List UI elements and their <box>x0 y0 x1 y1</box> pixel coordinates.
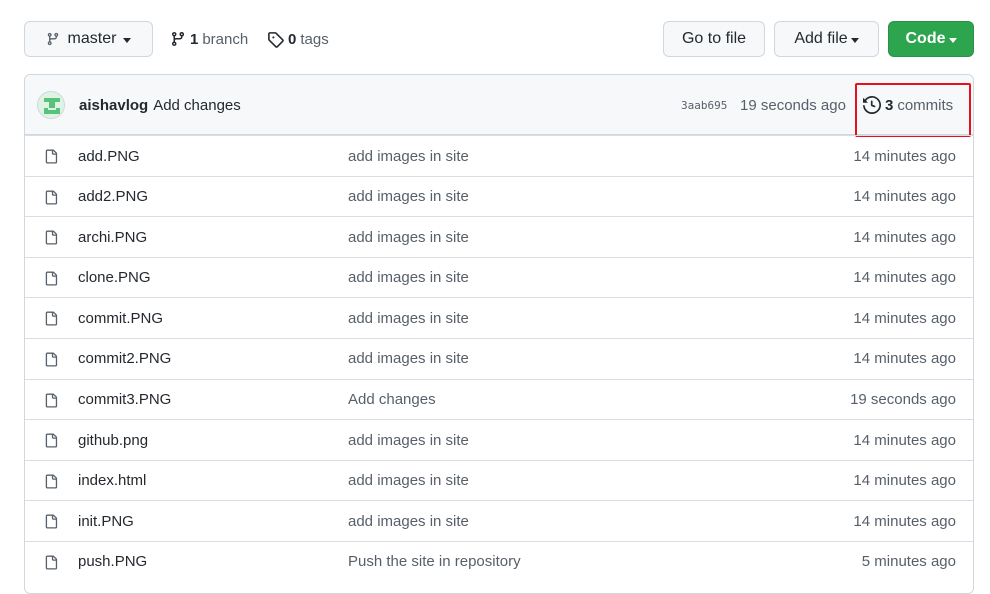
git-branch-icon <box>171 32 184 47</box>
file-icon <box>45 514 58 529</box>
file-name-link[interactable]: add.PNG <box>78 136 140 176</box>
file-row[interactable]: init.PNG add images in site 14 minutes a… <box>25 500 973 541</box>
file-commit-message-link[interactable]: add images in site <box>348 177 469 217</box>
file-row[interactable]: commit2.PNG add images in site 14 minute… <box>25 337 973 379</box>
code-label: Code <box>905 30 946 47</box>
file-row[interactable]: push.PNG Push the site in repository 5 m… <box>25 540 973 582</box>
avatar[interactable] <box>37 91 65 119</box>
branch-select-label: master <box>67 30 117 47</box>
file-name-link[interactable]: github.png <box>78 420 148 460</box>
file-browser: aishavlog Add changes 3aab695 19 seconds… <box>24 74 974 594</box>
go-to-file-label: Go to file <box>681 30 747 47</box>
file-name-link[interactable]: push.PNG <box>78 542 147 582</box>
chevron-down-icon <box>948 37 957 43</box>
file-icon <box>45 271 58 286</box>
file-commit-message-link[interactable]: add images in site <box>348 339 469 379</box>
file-icon <box>45 433 58 448</box>
file-row[interactable]: index.html add images in site 14 minutes… <box>25 459 973 501</box>
file-icon <box>45 474 58 489</box>
file-commit-age: 14 minutes ago <box>853 350 956 368</box>
file-commit-age: 14 minutes ago <box>853 269 956 287</box>
branch-select-button[interactable]: master <box>24 21 153 57</box>
file-icon <box>45 190 58 205</box>
file-commit-age: 14 minutes ago <box>853 472 956 490</box>
file-commit-message-link[interactable]: add images in site <box>348 420 469 460</box>
file-commit-age: 19 seconds ago <box>850 391 956 409</box>
file-row[interactable]: add2.PNG add images in site 14 minutes a… <box>25 175 973 217</box>
commit-message-link[interactable]: Add changes <box>153 97 241 114</box>
file-commit-age: 14 minutes ago <box>853 228 956 246</box>
add-file-label: Add file <box>794 30 848 47</box>
file-icon <box>45 149 58 164</box>
file-name-link[interactable]: commit3.PNG <box>78 380 171 420</box>
branch-label: branch <box>202 30 249 48</box>
file-row[interactable]: archi.PNG add images in site 14 minutes … <box>25 216 973 257</box>
file-commit-age: 14 minutes ago <box>853 512 956 530</box>
file-name-link[interactable]: clone.PNG <box>78 258 151 298</box>
file-row[interactable]: commit.PNG add images in site 14 minutes… <box>25 297 973 338</box>
file-row[interactable]: clone.PNG add images in site 14 minutes … <box>25 256 973 298</box>
file-row[interactable]: add.PNG add images in site 14 minutes ag… <box>25 135 973 176</box>
git-branch-icon <box>47 32 58 46</box>
code-button[interactable]: Code <box>888 21 974 57</box>
tags-link[interactable]: 0 tags <box>267 21 329 57</box>
file-commit-message-link[interactable]: add images in site <box>348 298 469 338</box>
branch-count: 1 <box>190 30 199 48</box>
file-commit-message-link[interactable]: add images in site <box>348 258 469 298</box>
file-row[interactable]: commit3.PNG Add changes 19 seconds ago <box>25 378 973 420</box>
file-icon <box>45 555 58 570</box>
file-row[interactable]: github.png add images in site 14 minutes… <box>25 419 973 460</box>
file-commit-message-link[interactable]: Add changes <box>348 380 436 420</box>
file-commit-age: 5 minutes ago <box>861 553 956 571</box>
file-commit-age: 14 minutes ago <box>853 309 956 327</box>
file-icon <box>45 393 58 408</box>
add-file-button[interactable]: Add file <box>774 21 879 57</box>
file-commit-message-link[interactable]: Push the site in repository <box>348 542 521 582</box>
file-icon <box>45 230 58 245</box>
file-name-link[interactable]: init.PNG <box>78 501 134 541</box>
file-commit-message-link[interactable]: add images in site <box>348 501 469 541</box>
file-name-link[interactable]: commit.PNG <box>78 298 163 338</box>
file-list: add.PNG add images in site 14 minutes ag… <box>25 135 973 582</box>
latest-commit-bar: aishavlog Add changes 3aab695 19 seconds… <box>25 75 973 137</box>
file-name-link[interactable]: archi.PNG <box>78 217 147 257</box>
file-name-link[interactable]: add2.PNG <box>78 177 148 217</box>
file-icon <box>45 352 58 367</box>
branches-link[interactable]: 1 branch <box>170 21 248 57</box>
commit-time: 19 seconds ago <box>740 96 846 114</box>
tag-label: tags <box>300 30 329 48</box>
tag-icon <box>268 31 284 48</box>
latest-commit-summary: aishavlog Add changes <box>79 75 241 135</box>
file-commit-age: 14 minutes ago <box>853 188 956 206</box>
file-icon <box>45 311 58 326</box>
go-to-file-button[interactable]: Go to file <box>663 21 765 57</box>
file-commit-message-link[interactable]: add images in site <box>348 461 469 501</box>
file-commit-message-link[interactable]: add images in site <box>348 217 469 257</box>
annotation-highlight-box <box>855 83 971 137</box>
file-commit-message-link[interactable]: add images in site <box>348 136 469 176</box>
chevron-down-icon <box>123 37 132 43</box>
repo-toolbar: master 1 branch 0 tags Go to file Add fi… <box>24 21 974 57</box>
file-commit-age: 14 minutes ago <box>853 431 956 449</box>
commit-sha-link[interactable]: 3aab695 <box>681 75 727 135</box>
commit-author-link[interactable]: aishavlog <box>79 97 148 114</box>
identicon-icon <box>44 98 60 114</box>
file-name-link[interactable]: index.html <box>78 461 146 501</box>
tag-count: 0 <box>288 30 297 48</box>
file-name-link[interactable]: commit2.PNG <box>78 339 171 379</box>
file-commit-age: 14 minutes ago <box>853 147 956 165</box>
chevron-down-icon <box>850 37 859 43</box>
